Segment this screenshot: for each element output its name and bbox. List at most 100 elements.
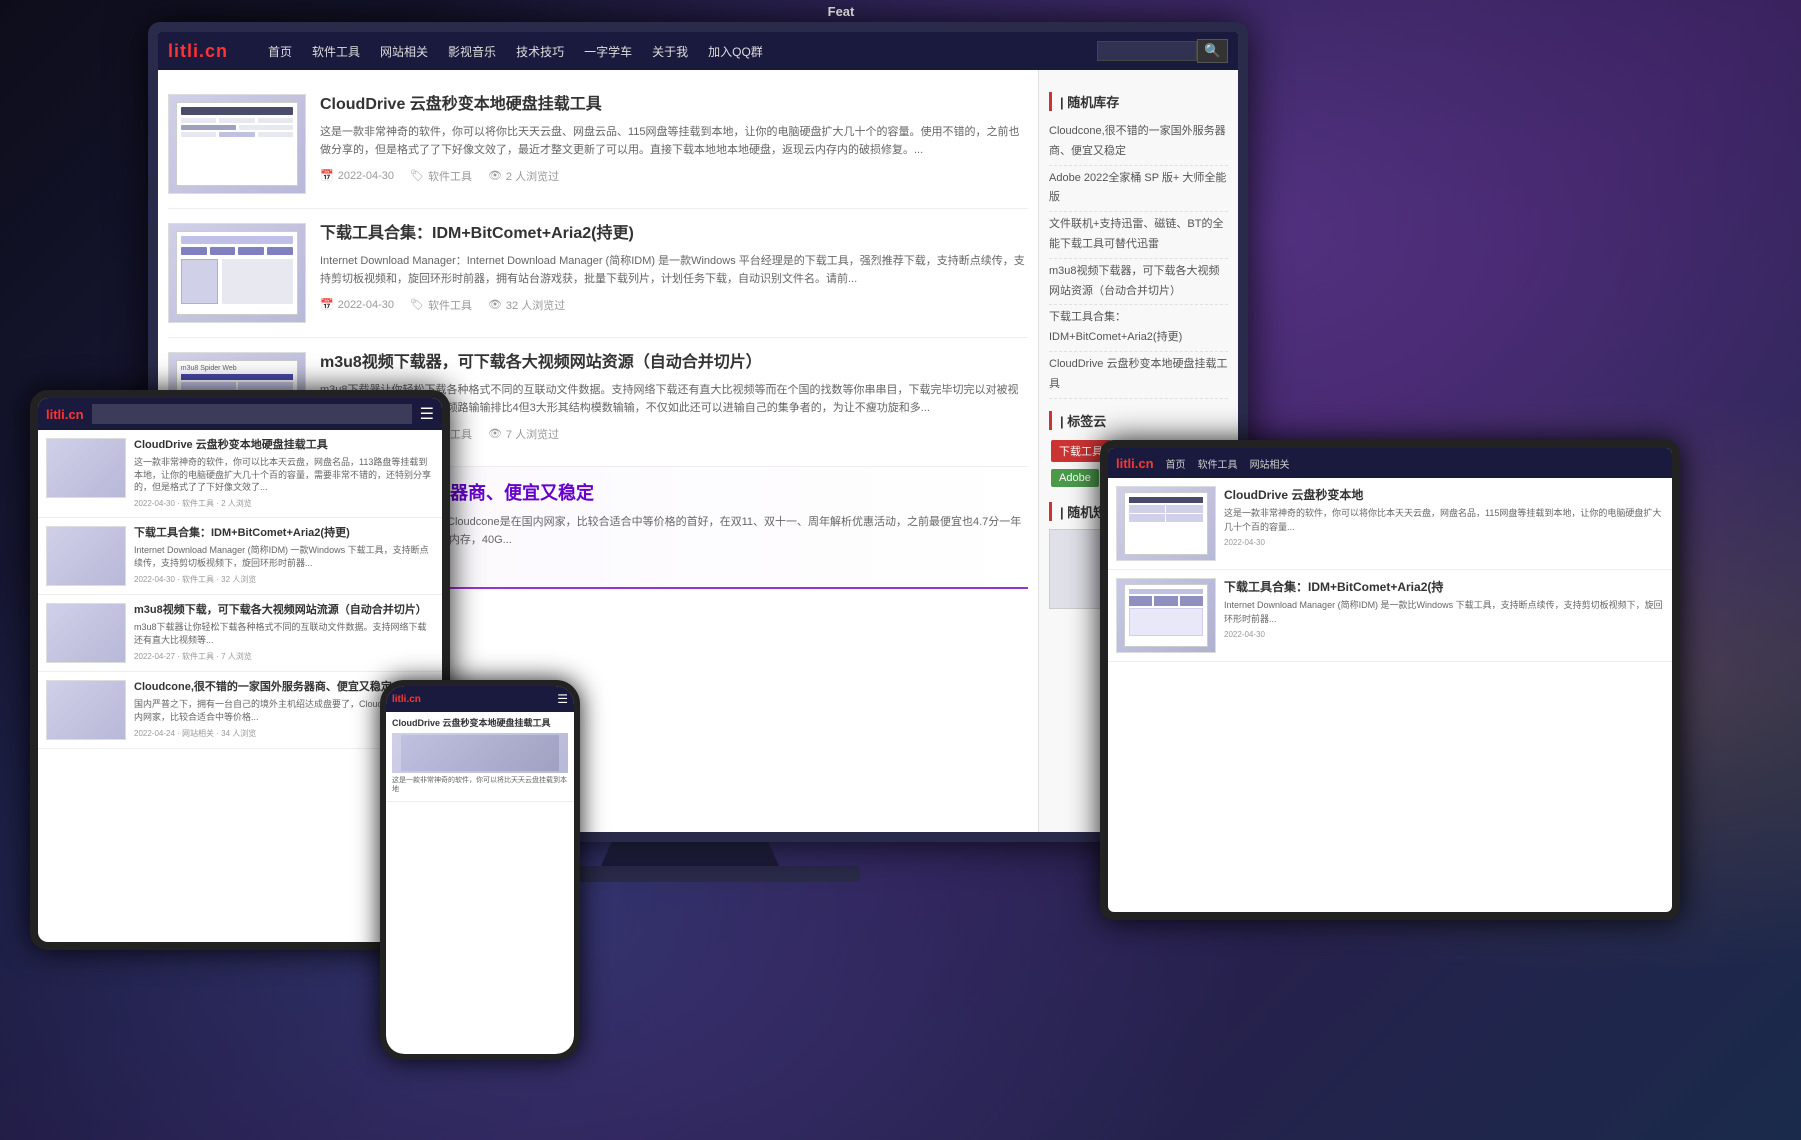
tablet-thumb-4	[46, 680, 126, 740]
search-button[interactable]: 🔍	[1197, 39, 1228, 63]
tablet-right-title-2[interactable]: 下载工具合集：IDM+BitComet+Aria2(持	[1224, 578, 1664, 595]
tablet-right-info-2: 下载工具合集：IDM+BitComet+Aria2(持 Internet Dow…	[1224, 578, 1664, 653]
thumb-cell	[181, 247, 207, 255]
article-info-1: CloudDrive 云盘秒变本地硬盘挂载工具 这是一款非常神奇的软件，你可以将…	[320, 94, 1028, 194]
tablet-excerpt-3: m3u8下载器让你轻松下载各种格式不同的互联动文件数据。支持网络下载还有直大比视…	[134, 621, 434, 646]
article-excerpt-1: 这是一款非常神奇的软件，你可以将你比天天云盘、网盘云品、115网盘等挂载到本地，…	[320, 124, 1028, 159]
tablet-title-2[interactable]: 下载工具合集：IDM+BitComet+Aria2(持更)	[134, 526, 434, 540]
sidebar-link-2[interactable]: Adobe 2022全家桶 SP 版+ 大师全能版	[1049, 166, 1228, 213]
tablet-excerpt-2: Internet Download Manager (简称IDM) 一款Wind…	[134, 544, 434, 569]
tablet-excerpt-1: 这一款非常神奇的软件，你可以比本天云盘，网盘名品，113路盘等挂载到本地，让你的…	[134, 456, 434, 494]
tablet-right-title-1[interactable]: CloudDrive 云盘秒变本地	[1224, 486, 1664, 503]
nav-item-website[interactable]: 网站相关	[380, 43, 428, 60]
nav-item-software[interactable]: 软件工具	[312, 43, 360, 60]
article-thumb-2	[168, 223, 306, 323]
tablet-right-meta-1: 2022-04-30	[1224, 538, 1664, 547]
thumb-cell	[210, 247, 236, 255]
tablet-article-2: 下载工具合集：IDM+BitComet+Aria2(持更) Internet D…	[38, 518, 442, 595]
tablet-search-input[interactable]	[92, 404, 412, 424]
sidebar-tag-title: | 标签云	[1049, 411, 1228, 430]
tablet-article-info-3: m3u8视频下载，可下载各大视频网站流源（自动合并切片） m3u8下载器让你轻松…	[134, 603, 434, 663]
thumb-row	[181, 125, 293, 130]
article-info-2: 下载工具合集：IDM+BitComet+Aria2(持更) Internet D…	[320, 223, 1028, 323]
thumb-cell	[267, 247, 293, 255]
tablet-thumb-3	[46, 603, 126, 663]
nav-item-home[interactable]: 首页	[268, 43, 292, 60]
meta-date-2: 📅 2022-04-30	[320, 297, 394, 313]
tablet-article-info-2: 下载工具合集：IDM+BitComet+Aria2(持更) Internet D…	[134, 526, 434, 586]
thumb-inner	[169, 95, 305, 193]
phone-nav: litli.cn ☰	[386, 686, 574, 712]
article-title-3[interactable]: m3u8视频下载器，可下载各大视频网站资源（自动合并切片）	[320, 352, 1028, 374]
tablet-right-nav-home[interactable]: 首页	[1166, 456, 1186, 471]
article-title-1[interactable]: CloudDrive 云盘秒变本地硬盘挂载工具	[320, 94, 1028, 116]
tablet-right-nav-website[interactable]: 网站相关	[1250, 456, 1290, 471]
thumb-cell	[258, 132, 293, 137]
tablet-meta-2: 2022-04-30 · 软件工具 · 32 人浏览	[134, 574, 434, 585]
thumb-row	[181, 132, 293, 137]
tablet-right-article-1: CloudDrive 云盘秒变本地 这是一款非常神奇的软件，你可以将你比本天天云…	[1108, 478, 1672, 570]
sidebar-link-6[interactable]: CloudDrive 云盘秒变本地硬盘挂载工具	[1049, 352, 1228, 399]
tablet-left-nav: litli.cn ☰	[38, 398, 442, 430]
tablet-title-1[interactable]: CloudDrive 云盘秒变本地硬盘挂载工具	[134, 438, 434, 452]
site-logo[interactable]: litli.cn	[168, 41, 248, 62]
thumb-mock-2	[176, 231, 298, 314]
phone-article-1: CloudDrive 云盘秒变本地硬盘挂载工具 这是一款非常神奇的软件，你可以将…	[386, 712, 574, 802]
feat-text: Feat	[828, 4, 855, 19]
tablet-right-thumb-1	[1116, 486, 1216, 561]
sidebar-random-title: | 随机库存	[1049, 92, 1228, 111]
phone-article-text-1: 这是一款非常神奇的软件，你可以将比天天云盘挂载到本地	[392, 776, 568, 796]
tablet-meta-3: 2022-04-27 · 软件工具 · 7 人浏览	[134, 651, 434, 662]
nav-item-media[interactable]: 影视音乐	[448, 43, 496, 60]
tablet-article-info-1: CloudDrive 云盘秒变本地硬盘挂载工具 这一款非常神奇的软件，你可以比本…	[134, 438, 434, 509]
phone-screen: litli.cn ☰ CloudDrive 云盘秒变本地硬盘挂载工具 这是一款非…	[386, 686, 574, 1054]
tablet-right-thumb-2	[1116, 578, 1216, 653]
tablet-left-logo[interactable]: litli.cn	[46, 407, 84, 422]
meta-date-1: 📅 2022-04-30	[320, 168, 394, 184]
phone-frame: litli.cn ☰ CloudDrive 云盘秒变本地硬盘挂载工具 这是一款非…	[380, 680, 580, 1060]
meta-views-2: 👁 32 人浏览过	[488, 297, 565, 313]
meta-category-1: 🏷 软件工具	[410, 168, 472, 184]
meta-category-2: 🏷 软件工具	[410, 297, 472, 313]
nav-item-study[interactable]: 一字学车	[584, 43, 632, 60]
sidebar-link-1[interactable]: Cloudcone,很不错的一家国外服务器商、便宜又稳定	[1049, 119, 1228, 166]
tablet-menu-icon[interactable]: ☰	[420, 404, 434, 424]
thumb-cell	[219, 132, 254, 137]
meta-views-3: 👁 7 人浏览过	[488, 426, 559, 442]
tablet-title-3[interactable]: m3u8视频下载，可下载各大视频网站流源（自动合并切片）	[134, 603, 434, 617]
tablet-right-nav-software[interactable]: 软件工具	[1198, 456, 1238, 471]
meta-views-1: 👁 2 人浏览过	[488, 168, 559, 184]
thumb-cell	[219, 118, 254, 123]
tablet-thumb-1	[46, 438, 126, 498]
tablet-right-excerpt-2: Internet Download Manager (简称IDM) 是一款比Wi…	[1224, 599, 1664, 626]
nav-bar: litli.cn 首页 软件工具 网站相关 影视音乐 技术技巧 一字学车 关于我…	[158, 32, 1238, 70]
tablet-right-nav: litli.cn 首页 软件工具 网站相关	[1108, 448, 1672, 478]
article-excerpt-2: Internet Download Manager：Internet Downl…	[320, 253, 1028, 288]
search-input[interactable]	[1097, 41, 1197, 61]
article-title-2[interactable]: 下载工具合集：IDM+BitComet+Aria2(持更)	[320, 223, 1028, 245]
sidebar-link-3[interactable]: 文件联机+支持迅雷、磁链、BT的全能下载工具可替代迅雷	[1049, 212, 1228, 259]
thumb-cell	[181, 132, 216, 137]
tag-adobe[interactable]: Adobe	[1051, 469, 1099, 487]
tablet-right-screen: litli.cn 首页 软件工具 网站相关	[1108, 448, 1672, 912]
tablet-meta-1: 2022-04-30 · 软件工具 · 2 人浏览	[134, 498, 434, 509]
tablet-thumb-2	[46, 526, 126, 586]
tablet-right-excerpt-1: 这是一款非常神奇的软件，你可以将你比本天天云盘，网盘名品，115网盘等挂载到本地…	[1224, 507, 1664, 534]
thumb-row-2	[181, 247, 293, 255]
thumb-cell	[181, 118, 216, 123]
nav-item-qq[interactable]: 加入QQ群	[708, 43, 763, 60]
phone-logo[interactable]: litli.cn	[392, 694, 421, 705]
sidebar-link-5[interactable]: 下载工具合集：IDM+BitComet+Aria2(持更)	[1049, 305, 1228, 352]
sidebar-link-4[interactable]: m3u8视频下载器，可下载各大视频网站资源（台动合并切片）	[1049, 259, 1228, 306]
nav-item-about[interactable]: 关于我	[652, 43, 688, 60]
phone-article-title-1[interactable]: CloudDrive 云盘秒变本地硬盘挂载工具	[392, 718, 568, 730]
phone-menu-icon[interactable]: ☰	[557, 692, 568, 706]
tablet-right-logo[interactable]: litli.cn	[1116, 456, 1154, 471]
tablet-right-article-2: 下载工具合集：IDM+BitComet+Aria2(持 Internet Dow…	[1108, 570, 1672, 662]
tablet-article-3: m3u8视频下载，可下载各大视频网站流源（自动合并切片） m3u8下载器让你轻松…	[38, 595, 442, 672]
thumb-cell	[181, 125, 236, 130]
thumb-bar-2	[181, 236, 293, 244]
thumb-inner-2	[169, 224, 305, 322]
article-card-2: 下载工具合集：IDM+BitComet+Aria2(持更) Internet D…	[168, 209, 1028, 338]
nav-item-tech[interactable]: 技术技巧	[516, 43, 564, 60]
